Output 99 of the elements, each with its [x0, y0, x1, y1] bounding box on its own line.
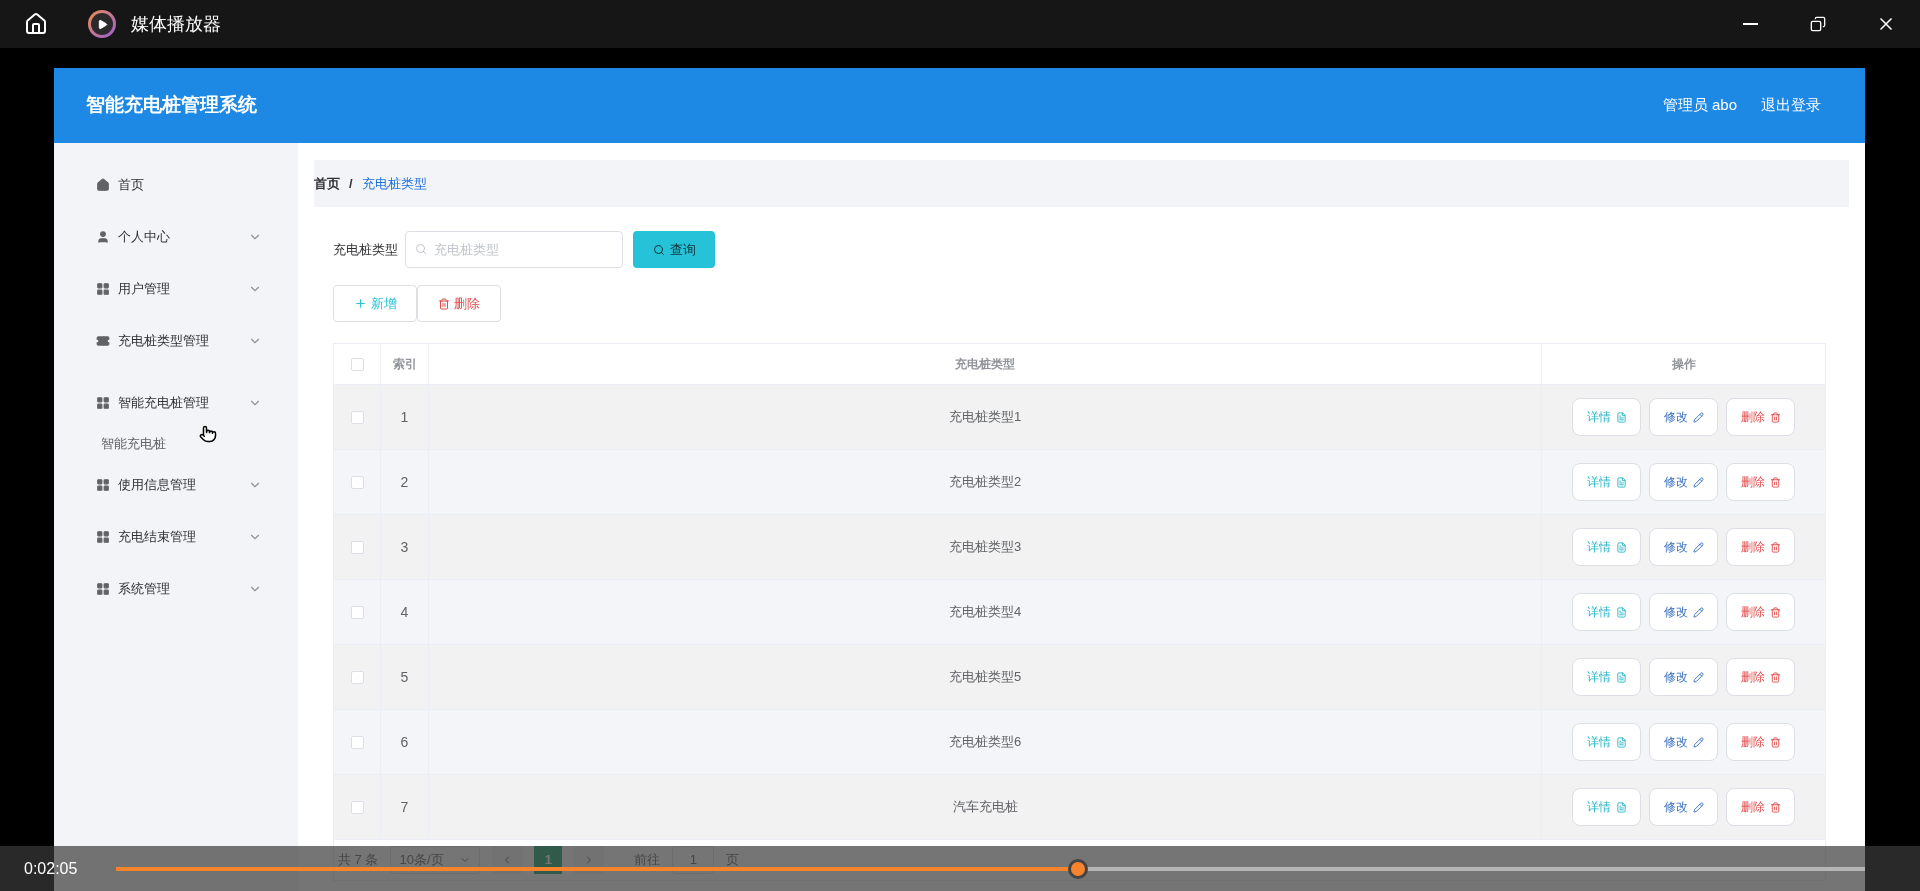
pencil-icon	[1692, 411, 1704, 423]
document-icon	[1615, 736, 1627, 748]
trash-icon	[1769, 671, 1781, 683]
sidebar-item[interactable]: 系统管理	[54, 563, 298, 615]
table-cell: 3	[381, 515, 429, 579]
table-cell: 7	[381, 775, 429, 839]
pencil-icon	[1692, 801, 1704, 813]
column-header: 索引	[381, 344, 429, 384]
pencil-icon	[1692, 606, 1704, 618]
row-delete-button[interactable]: 删除	[1726, 528, 1795, 566]
table-cell: 1	[381, 385, 429, 449]
table-cell: 4	[381, 580, 429, 644]
minimize-icon	[1742, 23, 1758, 25]
sidebar-item[interactable]: 用户管理	[54, 263, 298, 315]
progress-thumb[interactable]	[1067, 858, 1088, 879]
sidebar-item[interactable]: 使用信息管理	[54, 459, 298, 511]
grid-icon	[96, 582, 110, 596]
table-cell: 2	[381, 450, 429, 514]
document-icon	[1615, 476, 1627, 488]
edit-button[interactable]: 修改	[1649, 658, 1718, 696]
breadcrumb-item: 充电桩类型	[361, 174, 427, 193]
document-icon	[1615, 801, 1627, 813]
column-header: 操作	[1670, 356, 1697, 373]
breadcrumb-item[interactable]: 首页	[314, 173, 340, 194]
table-cell: 充电桩类型1	[429, 385, 1542, 449]
trash-icon	[438, 297, 450, 310]
document-icon	[1615, 541, 1627, 553]
restore-icon	[1810, 16, 1826, 32]
user-icon	[96, 230, 110, 244]
row-delete-button[interactable]: 删除	[1726, 658, 1795, 696]
table-cell: 5	[381, 645, 429, 709]
row-delete-button[interactable]: 删除	[1726, 593, 1795, 631]
search-icon	[415, 243, 427, 255]
playback-time: 0:02:05	[24, 858, 79, 879]
document-icon	[1615, 411, 1627, 423]
home-icon	[24, 12, 48, 36]
hand-cursor-icon	[199, 424, 217, 444]
trash-icon	[1769, 736, 1781, 748]
grid-icon	[96, 530, 110, 544]
table-cell: 充电桩类型2	[429, 450, 1542, 514]
search-field[interactable]: 充电桩类型	[405, 231, 623, 268]
edit-button[interactable]: 修改	[1649, 398, 1718, 436]
grid-icon	[96, 478, 110, 492]
plus-icon	[353, 297, 367, 310]
pencil-icon	[1692, 671, 1704, 683]
row-checkbox[interactable]	[350, 670, 364, 684]
trash-icon	[1769, 476, 1781, 488]
document-icon	[1615, 671, 1627, 683]
pencil-icon	[1692, 476, 1704, 488]
ticket-icon	[96, 334, 110, 348]
logout-link[interactable]: 退出登录	[1761, 94, 1821, 117]
trash-icon	[1769, 411, 1781, 423]
search-button[interactable]: 查询	[633, 231, 715, 268]
window-title: 媒体播放器	[131, 12, 221, 36]
sidebar-item[interactable]: 首页	[54, 159, 298, 211]
sidebar-item[interactable]: 智能充电桩管理	[54, 377, 298, 429]
row-checkbox[interactable]	[350, 735, 364, 749]
edit-button[interactable]: 修改	[1649, 593, 1718, 631]
breadcrumb-separator: /	[349, 174, 353, 193]
user-label: 管理员 abo	[1662, 95, 1737, 116]
sidebar-item[interactable]: 充电结束管理	[54, 511, 298, 563]
table-cell: 充电桩类型4	[429, 580, 1542, 644]
home-icon	[96, 178, 110, 192]
row-delete-button[interactable]: 删除	[1726, 723, 1795, 761]
row-checkbox[interactable]	[350, 475, 364, 489]
edit-button[interactable]: 修改	[1649, 528, 1718, 566]
edit-button[interactable]: 修改	[1649, 723, 1718, 761]
row-checkbox[interactable]	[350, 800, 364, 814]
table-cell: 充电桩类型6	[429, 710, 1542, 774]
sidebar-item[interactable]: 充电桩类型管理	[54, 315, 298, 367]
edit-button[interactable]: 修改	[1649, 463, 1718, 501]
row-delete-button[interactable]: 删除	[1726, 788, 1795, 826]
row-checkbox[interactable]	[350, 605, 364, 619]
table-cell: 汽车充电桩	[429, 775, 1542, 839]
search-icon	[652, 243, 665, 256]
table-cell: 充电桩类型3	[429, 515, 1542, 579]
trash-icon	[1769, 801, 1781, 813]
row-checkbox[interactable]	[350, 410, 364, 424]
column-header: 充电桩类型	[429, 344, 1542, 384]
app-logo-icon	[88, 10, 116, 38]
document-icon	[1615, 606, 1627, 618]
row-delete-button[interactable]: 删除	[1726, 463, 1795, 501]
row-checkbox[interactable]	[350, 540, 364, 554]
grid-icon	[96, 396, 110, 410]
search-label: 充电桩类型	[333, 240, 398, 259]
pencil-icon	[1692, 736, 1704, 748]
sidebar-item[interactable]: 个人中心	[54, 211, 298, 263]
row-delete-button[interactable]: 删除	[1726, 398, 1795, 436]
select-all-checkbox[interactable]	[350, 357, 364, 371]
table-cell: 6	[381, 710, 429, 774]
edit-button[interactable]: 修改	[1649, 788, 1718, 826]
delete-button[interactable]: 删除	[417, 285, 501, 322]
grid-icon	[96, 282, 110, 296]
pencil-icon	[1692, 541, 1704, 553]
app-title: 智能充电桩管理系统	[86, 93, 257, 118]
sidebar-subitem[interactable]: 智能充电桩	[54, 429, 298, 459]
trash-icon	[1769, 606, 1781, 618]
trash-icon	[1769, 541, 1781, 553]
table-cell: 充电桩类型5	[429, 645, 1542, 709]
